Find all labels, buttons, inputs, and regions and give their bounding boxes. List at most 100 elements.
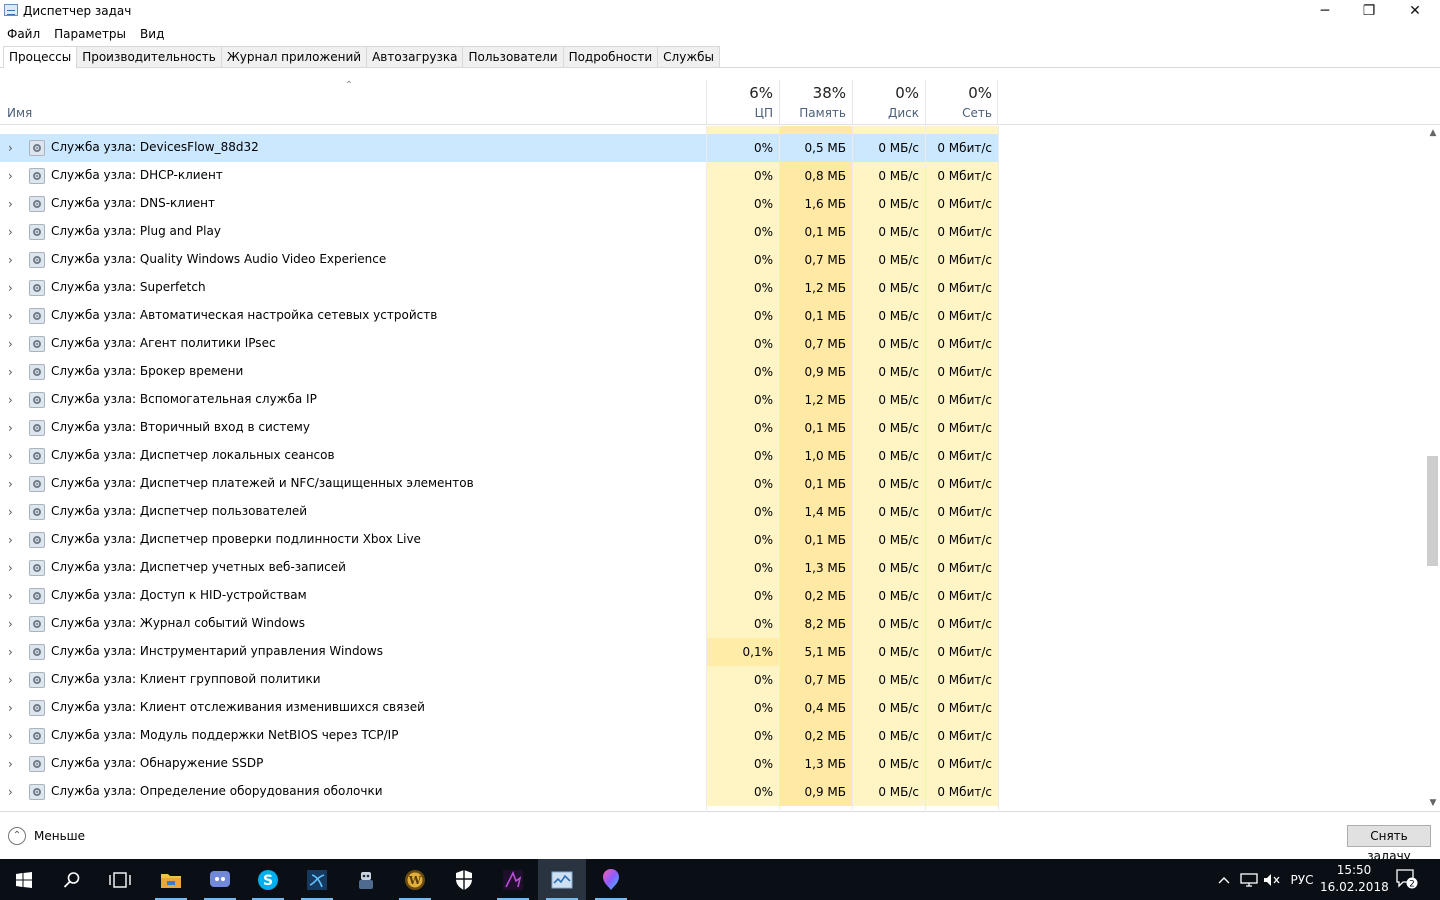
balloon-app-icon[interactable] [587, 859, 635, 900]
process-name-cell[interactable]: › Служба узла: Plug and Play [0, 218, 706, 246]
show-hidden-icons-icon[interactable] [1214, 859, 1234, 900]
scroll-thumb[interactable] [1427, 456, 1438, 566]
process-row[interactable]: › Служба узла: Plug and Play 0% 0,1 МБ 0 МБ/… [0, 218, 1426, 246]
process-name-cell[interactable]: › Служба узла: DHCP-клиент [0, 162, 706, 190]
search-icon[interactable] [48, 859, 96, 900]
column-disk[interactable]: 0% Диск [852, 80, 925, 125]
expand-chevron-icon[interactable]: › [8, 533, 18, 547]
expand-chevron-icon[interactable]: › [8, 141, 18, 155]
process-name-cell[interactable]: › Служба узла: Клиент отслеживания измени… [0, 694, 706, 722]
expand-chevron-icon[interactable]: › [8, 393, 18, 407]
clock[interactable]: 15:50 16.02.2018 [1320, 862, 1389, 896]
process-row[interactable]: › Служба узла: Определение оборудования о… [0, 778, 1426, 806]
expand-chevron-icon[interactable]: › [8, 673, 18, 687]
expand-chevron-icon[interactable]: › [8, 169, 18, 183]
process-row[interactable]: › Служба узла: Диспетчер локальных сеансо… [0, 442, 1426, 470]
process-name-cell[interactable]: › Служба узла: DNS-клиент [0, 190, 706, 218]
language-indicator[interactable]: РУС [1286, 859, 1318, 900]
shield-app-icon[interactable] [440, 859, 488, 900]
network-icon[interactable] [1238, 859, 1260, 900]
tab-6[interactable]: Службы [658, 46, 721, 68]
expand-chevron-icon[interactable]: › [8, 645, 18, 659]
notification-center-icon[interactable]: 2 [1396, 869, 1418, 890]
process-name-cell[interactable]: › Служба узла: Модуль поддержки NetBIOS ч… [0, 722, 706, 750]
minimize-button[interactable]: ─ [1302, 0, 1348, 22]
skype-icon[interactable]: S [244, 859, 292, 900]
column-name[interactable]: Имя [7, 106, 32, 120]
collapse-chevron-icon[interactable]: ⌃ [8, 827, 26, 845]
process-row[interactable]: › Служба узла: Диспетчер пользователей 0% 1… [0, 498, 1426, 526]
file-explorer-icon[interactable] [147, 859, 195, 900]
scroll-up-icon[interactable]: ▲ [1426, 126, 1440, 140]
column-cpu[interactable]: 6% ЦП [706, 80, 779, 125]
expand-chevron-icon[interactable]: › [8, 505, 18, 519]
process-name-cell[interactable]: › Служба узла: Quality Windows Audio Vide… [0, 246, 706, 274]
tab-2[interactable]: Журнал приложений [221, 46, 368, 68]
expand-chevron-icon[interactable]: › [8, 729, 18, 743]
process-row[interactable]: › Служба узла: Quality Windows Audio Vide… [0, 246, 1426, 274]
expand-chevron-icon[interactable]: › [8, 225, 18, 239]
purple-app-icon[interactable] [489, 859, 537, 900]
process-name-cell[interactable]: › Служба узла: Диспетчер платежей и NFC/з… [0, 470, 706, 498]
menu-view[interactable]: Вид [133, 23, 171, 43]
process-row[interactable]: › Служба узла: Клиент отслеживания измени… [0, 694, 1426, 722]
process-name-cell[interactable]: › Служба узла: Инструментарий управления … [0, 638, 706, 666]
process-row[interactable]: › Служба узла: Клиент групповой политики 0… [0, 666, 1426, 694]
column-network[interactable]: 0% Сеть [925, 80, 998, 125]
process-row[interactable]: › Служба узла: Журнал событий Windows 0% 8,… [0, 610, 1426, 638]
process-row[interactable]: › Служба узла: Вторичный вход в систему 0%… [0, 414, 1426, 442]
process-row[interactable]: › Служба узла: Диспетчер платежей и NFC/з… [0, 470, 1426, 498]
task-manager-icon[interactable] [538, 859, 586, 900]
process-name-cell[interactable]: › Служба узла: Вторичный вход в систему [0, 414, 706, 442]
end-task-button[interactable]: Снять задачу [1347, 825, 1431, 863]
scroll-down-icon[interactable]: ▼ [1426, 796, 1440, 810]
process-name-cell[interactable]: › Служба узла: Клиент групповой политики [0, 666, 706, 694]
menu-file[interactable]: Файл [0, 23, 47, 43]
process-name-cell[interactable]: › Служба узла: Доступ к HID-устройствам [0, 582, 706, 610]
expand-chevron-icon[interactable]: › [8, 309, 18, 323]
process-list[interactable]: › Служба узла: DevicesFlow_88d32 0% 0,5 МБ 0… [0, 126, 1426, 810]
process-row[interactable]: › Служба узла: Инструментарий управления … [0, 638, 1426, 666]
column-memory[interactable]: 38% Память [779, 80, 852, 125]
fewer-details-link[interactable]: Меньше [34, 829, 85, 843]
process-name-cell[interactable]: › Служба узла: Автоматическая настройка с… [0, 302, 706, 330]
expand-chevron-icon[interactable]: › [8, 701, 18, 715]
process-row[interactable]: › Служба узла: DNS-клиент 0% 1,6 МБ 0 МБ/с 0 … [0, 190, 1426, 218]
app-icon-blue[interactable] [293, 859, 341, 900]
process-name-cell[interactable]: › Служба узла: Вспомогательная служба IP [0, 386, 706, 414]
expand-chevron-icon[interactable]: › [8, 281, 18, 295]
process-row[interactable]: › Служба узла: Автоматическая настройка с… [0, 302, 1426, 330]
expand-chevron-icon[interactable]: › [8, 365, 18, 379]
process-name-cell[interactable]: › Служба узла: Диспетчер локальных сеансо… [0, 442, 706, 470]
process-row[interactable]: › Служба узла: Диспетчер проверки подлинн… [0, 526, 1426, 554]
tab-3[interactable]: Автозагрузка [367, 46, 464, 68]
menu-options[interactable]: Параметры [47, 23, 133, 43]
process-row[interactable]: › Служба узла: Обнаружение SSDP 0% 1,3 МБ 0 … [0, 750, 1426, 778]
expand-chevron-icon[interactable]: › [8, 785, 18, 799]
process-name-cell[interactable]: › Служба узла: Диспетчер пользователей [0, 498, 706, 526]
expand-chevron-icon[interactable]: › [8, 253, 18, 267]
process-row[interactable]: › Служба узла: Superfetch 0% 1,2 МБ 0 МБ/с 0 … [0, 274, 1426, 302]
process-name-cell[interactable]: › Служба узла: Диспетчер учетных веб-запи… [0, 554, 706, 582]
process-row[interactable]: › Служба узла: DevicesFlow_88d32 0% 0,5 МБ 0… [0, 134, 1426, 162]
expand-chevron-icon[interactable]: › [8, 757, 18, 771]
process-name-cell[interactable]: › Служба узла: Агент политики IPsec [0, 330, 706, 358]
tab-5[interactable]: Подробности [563, 46, 659, 68]
expand-chevron-icon[interactable]: › [8, 197, 18, 211]
process-row[interactable]: › Служба узла: Модуль поддержки NetBIOS ч… [0, 722, 1426, 750]
volume-muted-icon[interactable] [1262, 859, 1282, 900]
process-row[interactable]: › Служба узла: Вспомогательная служба IP 0… [0, 386, 1426, 414]
expand-chevron-icon[interactable]: › [8, 561, 18, 575]
expand-chevron-icon[interactable]: › [8, 477, 18, 491]
process-name-cell[interactable]: › Служба узла: Брокер времени [0, 358, 706, 386]
vertical-scrollbar[interactable]: ▲ ▼ [1426, 126, 1440, 810]
process-row[interactable]: › Служба узла: DHCP-клиент 0% 0,8 МБ 0 МБ/с 0… [0, 162, 1426, 190]
expand-chevron-icon[interactable]: › [8, 449, 18, 463]
maximize-button[interactable]: ❐ [1346, 0, 1392, 22]
discord-icon[interactable] [196, 859, 244, 900]
game-app-icon[interactable] [342, 859, 390, 900]
windows-start-icon[interactable] [0, 859, 48, 900]
expand-chevron-icon[interactable]: › [8, 337, 18, 351]
tab-0[interactable]: Процессы [3, 46, 78, 69]
process-row[interactable]: › Служба узла: Диспетчер учетных веб-запи… [0, 554, 1426, 582]
